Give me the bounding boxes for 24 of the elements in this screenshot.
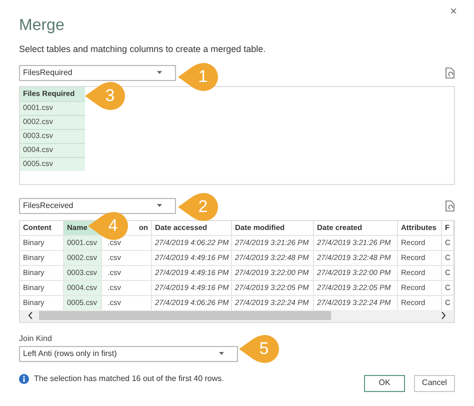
caret-icon (219, 352, 224, 355)
dialog-button[interactable]: OK (364, 374, 405, 392)
window-title: Merge (19, 16, 66, 36)
horizontal-scrollbar[interactable] (20, 310, 454, 322)
join-kind-label: Join Kind (19, 332, 53, 344)
callout-marker: 1 (178, 62, 218, 92)
table-dropdown[interactable]: Left Anti (rows only in first) (19, 346, 238, 362)
close-button[interactable]: × (450, 2, 457, 20)
callout-marker: 3 (85, 81, 125, 111)
callout-marker: 2 (178, 192, 218, 222)
status-message: The selection has matched 16 out of the first 40 rows. (34, 372, 224, 384)
info-icon (19, 374, 29, 384)
callout-marker: 5 (239, 334, 279, 364)
scroll-left-icon[interactable] (28, 312, 33, 319)
caret-icon (157, 204, 162, 207)
table-dropdown[interactable]: FilesRequired (19, 64, 176, 80)
callout-marker: 4 (88, 211, 128, 241)
caret-icon (157, 71, 162, 74)
scroll-right-icon[interactable] (441, 312, 446, 319)
dialog-button[interactable]: Cancel (414, 374, 455, 392)
document-refresh-icon[interactable] (445, 200, 455, 212)
document-refresh-icon[interactable] (445, 66, 455, 78)
description-text: Select tables and matching columns to create a merged table. (19, 43, 267, 56)
table-dropdown[interactable]: FilesReceived (19, 198, 176, 214)
